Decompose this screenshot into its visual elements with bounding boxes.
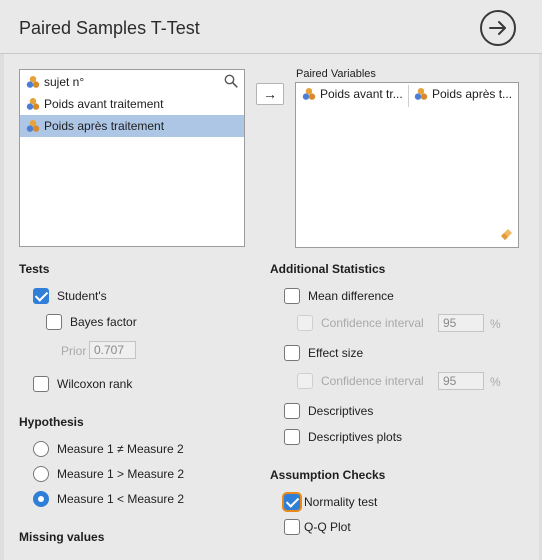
pair-divider	[408, 85, 409, 107]
scale-variable-icon	[302, 87, 316, 104]
move-to-paired-button[interactable]: →	[256, 83, 284, 105]
pair-variable-2[interactable]: Poids après t...	[414, 87, 518, 107]
qq-plot-label: Q-Q Plot	[304, 520, 351, 534]
mean-ci-input[interactable]: 95	[438, 314, 484, 332]
mean-difference-label: Mean difference	[308, 289, 394, 303]
prior-input[interactable]: 0.707	[89, 341, 136, 359]
qq-plot-checkbox[interactable]	[284, 519, 300, 535]
panel-left-border	[0, 54, 4, 560]
assumption-checks-heading: Assumption Checks	[270, 468, 386, 482]
student-checkbox[interactable]	[33, 288, 49, 304]
effect-size-checkbox[interactable]	[284, 345, 300, 361]
paired-variables-list[interactable]: Poids avant tr... Poids après t...	[295, 82, 519, 248]
descriptives-label: Descriptives	[308, 404, 374, 418]
descriptives-plots-checkbox[interactable]	[284, 429, 300, 445]
mean-difference-checkbox[interactable]	[284, 288, 300, 304]
effect-ci-checkbox[interactable]	[297, 373, 313, 389]
paired-variables-label: Paired Variables	[296, 68, 376, 80]
hypothesis-radio[interactable]	[33, 441, 49, 457]
variable-item-poids-apres[interactable]: Poids après traitement	[20, 115, 244, 137]
source-variable-list[interactable]: sujet n° Poids avant traitement Poids ap…	[19, 69, 245, 247]
descriptives-checkbox[interactable]	[284, 403, 300, 419]
eraser-icon[interactable]	[500, 226, 514, 243]
variable-label: Poids avant traitement	[44, 97, 164, 111]
panel-title: Paired Samples T-Test	[19, 18, 200, 38]
scale-variable-icon	[414, 87, 428, 104]
hypothesis-radio[interactable]	[33, 466, 49, 482]
bayes-factor-checkbox[interactable]	[46, 314, 62, 330]
hypothesis-radio[interactable]	[33, 491, 49, 507]
pair-variable-1[interactable]: Poids avant tr...	[302, 87, 406, 107]
hypothesis-option-label: Measure 1 > Measure 2	[57, 467, 185, 481]
mean-ci-checkbox[interactable]	[297, 315, 313, 331]
scale-variable-icon	[26, 97, 40, 114]
pair-variable-label: Poids avant tr...	[320, 87, 403, 101]
panel-header: Paired Samples T-Test	[0, 0, 542, 54]
prior-label: Prior	[61, 344, 87, 358]
mean-ci-percent: %	[490, 317, 501, 331]
hypothesis-option-label: Measure 1 < Measure 2	[57, 492, 185, 506]
scale-variable-icon	[26, 119, 40, 136]
hypothesis-option-label: Measure 1 ≠ Measure 2	[57, 442, 184, 456]
effect-size-label: Effect size	[308, 346, 364, 360]
tests-heading: Tests	[19, 262, 50, 276]
student-label: Student's	[57, 289, 107, 303]
effect-ci-input[interactable]: 95	[438, 372, 484, 390]
variable-label: Poids après traitement	[44, 119, 165, 133]
variable-item-poids-avant[interactable]: Poids avant traitement	[20, 93, 244, 115]
run-analysis-button[interactable]	[480, 10, 516, 46]
arrow-right-circle-icon	[489, 21, 506, 35]
effect-ci-label: Confidence interval	[321, 374, 424, 388]
pair-variable-label: Poids après t...	[432, 87, 513, 101]
normality-test-checkbox[interactable]	[284, 494, 300, 510]
descriptives-plots-label: Descriptives plots	[308, 430, 403, 444]
bayes-factor-label: Bayes factor	[70, 315, 137, 329]
variable-label: sujet n°	[44, 75, 85, 89]
effect-ci-percent: %	[490, 375, 501, 389]
scale-variable-icon	[26, 75, 40, 92]
wilcoxon-checkbox[interactable]	[33, 376, 49, 392]
variable-item-sujet[interactable]: sujet n°	[20, 71, 244, 93]
wilcoxon-label: Wilcoxon rank	[57, 377, 133, 391]
missing-values-heading: Missing values	[19, 530, 105, 544]
additional-statistics-heading: Additional Statistics	[270, 262, 386, 276]
mean-ci-label: Confidence interval	[321, 316, 424, 330]
normality-test-label: Normality test	[304, 495, 378, 509]
hypothesis-heading: Hypothesis	[19, 415, 84, 429]
